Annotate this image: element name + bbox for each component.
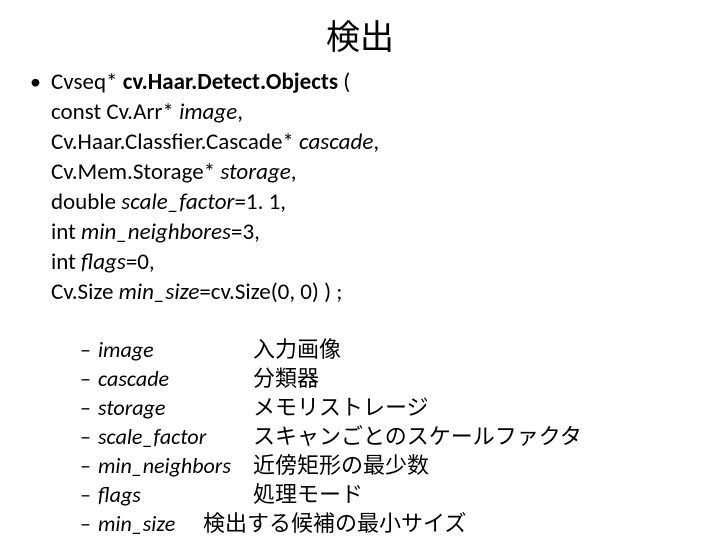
param-desc: 近傍矩形の最少数 xyxy=(253,452,429,479)
bullet-dot: • xyxy=(30,67,41,307)
signature-line-6: int min_neighbores=3, xyxy=(51,217,379,247)
param-name: min_neighbors xyxy=(98,451,248,480)
param-row: –cascade 分類器 xyxy=(80,364,690,393)
slide-title: 検出 xyxy=(30,10,690,59)
param-name: flags xyxy=(98,480,248,509)
slide: 検出 • Cvseq* cv.Haar.Detect.Objects ( con… xyxy=(0,0,720,548)
param-name: storage xyxy=(98,393,248,422)
signature-line-4: Cv.Mem.Storage* storage, xyxy=(51,157,379,187)
param-row: –image 入力画像 xyxy=(80,335,690,364)
param-desc: 処理モード xyxy=(253,481,363,508)
param-desc: 入力画像 xyxy=(253,336,341,363)
signature-line-3: Cv.Haar.Classfier.Cascade* cascade, xyxy=(51,127,379,157)
param-desc: スキャンごとのスケールファクタ xyxy=(253,423,582,450)
signature-line-1: Cvseq* cv.Haar.Detect.Objects ( xyxy=(51,67,379,97)
param-name: scale_factor xyxy=(98,422,248,451)
signature-line-5: double scale_factor=1. 1, xyxy=(51,187,379,217)
param-row: –scale_factor スキャンごとのスケールファクタ xyxy=(80,422,690,451)
param-desc: 検出する候補の最小サイズ xyxy=(203,510,466,537)
param-row: –min_neighbors 近傍矩形の最少数 xyxy=(80,451,690,480)
dash-bullet: – xyxy=(80,480,98,509)
function-signature: • Cvseq* cv.Haar.Detect.Objects ( const … xyxy=(30,67,690,307)
dash-bullet: – xyxy=(80,364,98,393)
param-name: min_size xyxy=(98,509,198,538)
dash-bullet: – xyxy=(80,509,98,538)
param-row: –storage メモリストレージ xyxy=(80,393,690,422)
dash-bullet: – xyxy=(80,422,98,451)
param-desc: メモリストレージ xyxy=(253,394,429,421)
parameter-list: –image 入力画像–cascade 分類器–storage メモリストレージ… xyxy=(80,335,690,538)
signature-line-2: const Cv.Arr* image, xyxy=(51,97,379,127)
signature-block: Cvseq* cv.Haar.Detect.Objects ( const Cv… xyxy=(51,67,379,307)
dash-bullet: – xyxy=(80,393,98,422)
param-name: cascade xyxy=(98,364,248,393)
param-name: image xyxy=(98,335,248,364)
dash-bullet: – xyxy=(80,451,98,480)
signature-line-7: int flags=0, xyxy=(51,247,379,277)
dash-bullet: – xyxy=(80,335,98,364)
param-row: –flags 処理モード xyxy=(80,480,690,509)
param-desc: 分類器 xyxy=(253,365,319,392)
param-row: –min_size 検出する候補の最小サイズ xyxy=(80,509,690,538)
signature-line-8: Cv.Size min_size=cv.Size(0, 0) ) ; xyxy=(51,277,379,307)
